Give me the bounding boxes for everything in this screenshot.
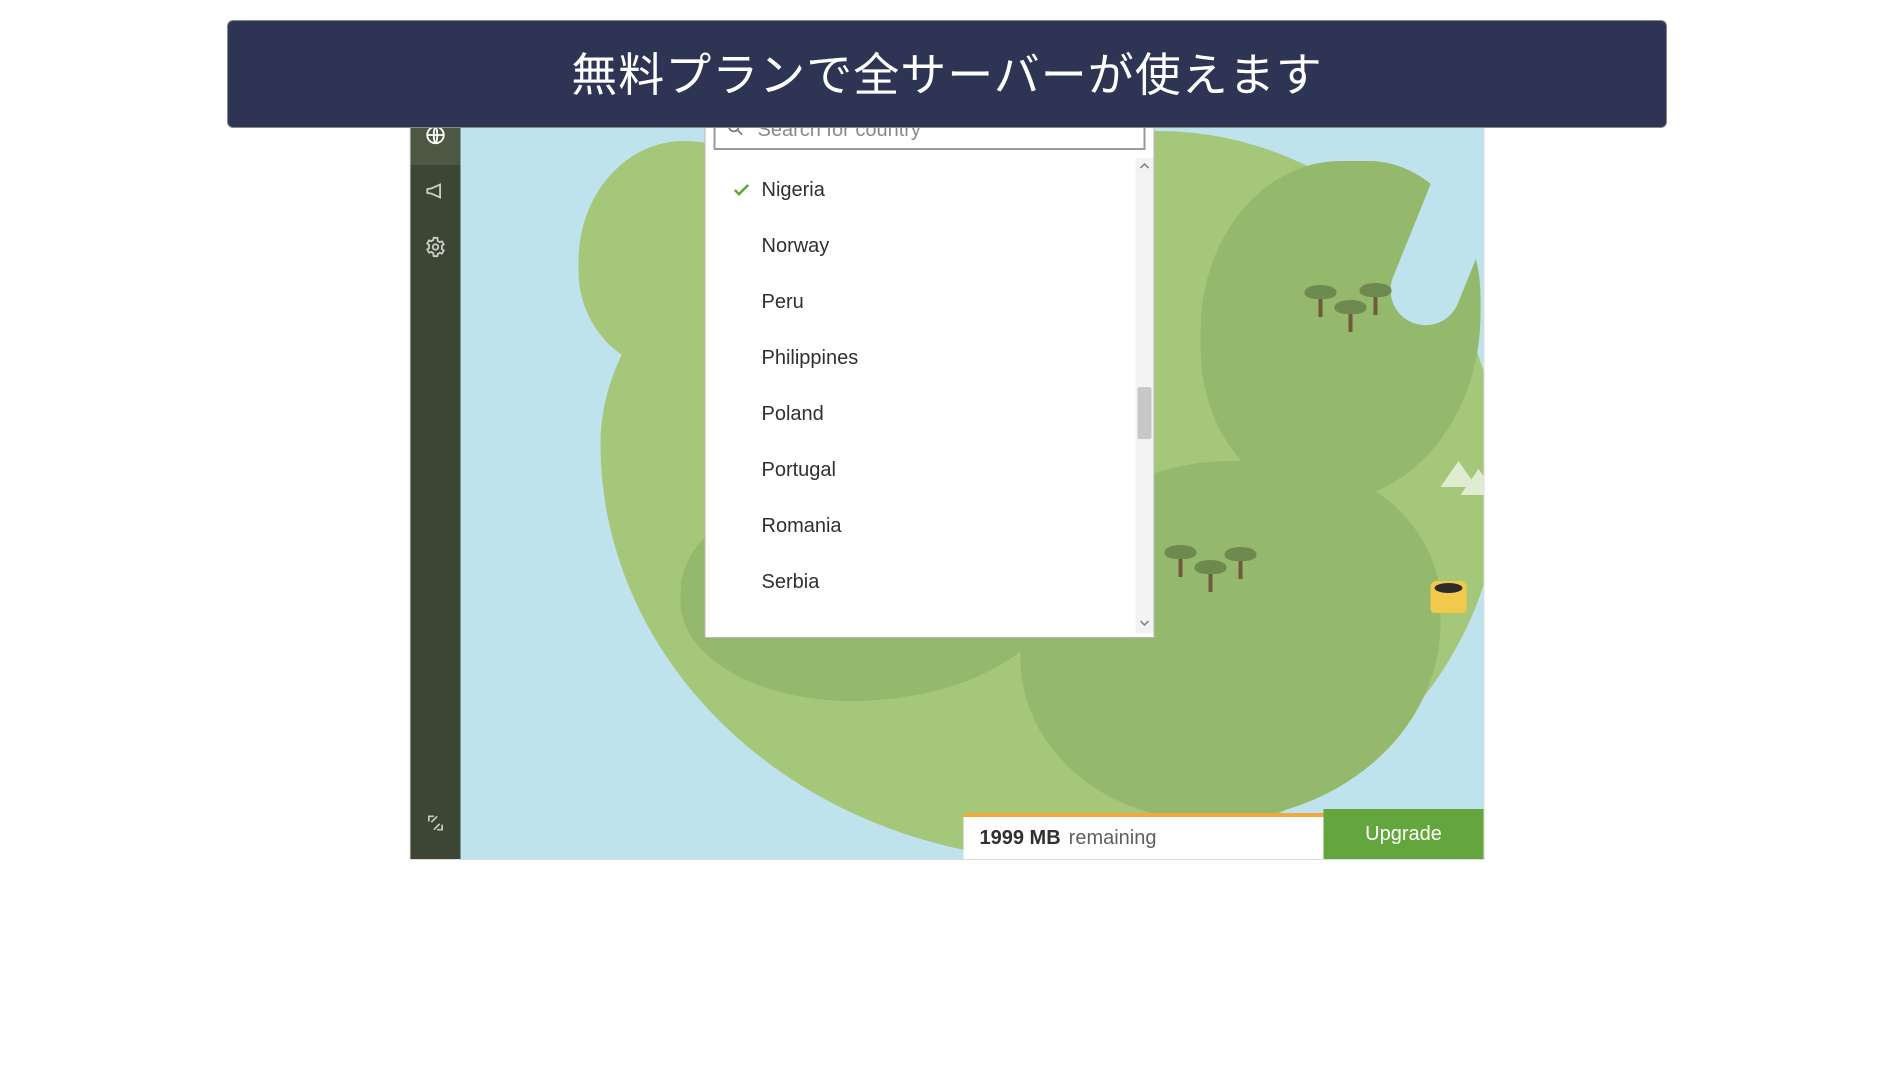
bottom-bar: 1999 MB remaining Upgrade — [964, 809, 1484, 859]
data-remaining: 1999 MB remaining — [964, 813, 1324, 859]
app-window: Nigeria Norway Peru Philippines Poland Portug… — [410, 100, 1485, 860]
country-item[interactable]: Romania — [706, 498, 1136, 554]
country-item-label: Nigeria — [762, 179, 825, 202]
country-item[interactable]: Nigeria — [706, 162, 1136, 218]
scroll-up-button[interactable] — [1136, 158, 1154, 176]
upgrade-button[interactable]: Upgrade — [1324, 809, 1484, 859]
country-item[interactable]: Peru — [706, 274, 1136, 330]
sidebar — [411, 101, 461, 859]
country-item-label: Portugal — [762, 459, 837, 482]
country-item-label: Norway — [762, 235, 830, 258]
location-marker[interactable] — [1431, 581, 1467, 613]
upgrade-button-label: Upgrade — [1365, 823, 1442, 846]
scroll-down-button[interactable] — [1136, 615, 1154, 633]
announce-icon — [425, 180, 447, 207]
country-item-label: Serbia — [762, 571, 820, 594]
map-area[interactable]: Nigeria Norway Peru Philippines Poland Portug… — [461, 101, 1484, 859]
promo-banner: 無料プランで全サーバーが使えます — [227, 20, 1667, 128]
data-remaining-label: remaining — [1069, 827, 1157, 850]
scrollbar — [1136, 158, 1154, 633]
collapse-icon — [426, 813, 446, 838]
data-remaining-amount: 1999 MB — [980, 827, 1061, 850]
mountain-icon — [1461, 469, 1484, 495]
country-panel: Nigeria Norway Peru Philippines Poland Portug… — [705, 101, 1155, 638]
country-item[interactable]: Norway — [706, 218, 1136, 274]
tree-icon — [1356, 279, 1396, 315]
tree-icon — [1221, 543, 1261, 579]
promo-banner-text: 無料プランで全サーバーが使えます — [571, 49, 1323, 101]
country-item-label: Philippines — [762, 347, 859, 370]
sidebar-item-settings[interactable] — [411, 221, 461, 277]
country-item[interactable]: Poland — [706, 386, 1136, 442]
country-item[interactable]: Philippines — [706, 330, 1136, 386]
country-item-label: Poland — [762, 403, 824, 426]
country-item[interactable]: Portugal — [706, 442, 1136, 498]
scroll-track[interactable] — [1136, 176, 1154, 615]
country-list-wrap: Nigeria Norway Peru Philippines Poland Portug… — [706, 158, 1154, 633]
scroll-thumb[interactable] — [1138, 387, 1152, 439]
country-item[interactable]: Serbia — [706, 554, 1136, 610]
country-item-label: Romania — [762, 515, 842, 538]
sidebar-item-announcements[interactable] — [411, 165, 461, 221]
check-icon — [730, 180, 754, 200]
chevron-down-icon — [1140, 615, 1150, 633]
country-item-label: Peru — [762, 291, 804, 314]
gear-icon — [425, 236, 447, 263]
sidebar-collapse-button[interactable] — [411, 805, 461, 845]
country-list: Nigeria Norway Peru Philippines Poland Portug… — [706, 158, 1136, 633]
chevron-up-icon — [1140, 158, 1150, 176]
